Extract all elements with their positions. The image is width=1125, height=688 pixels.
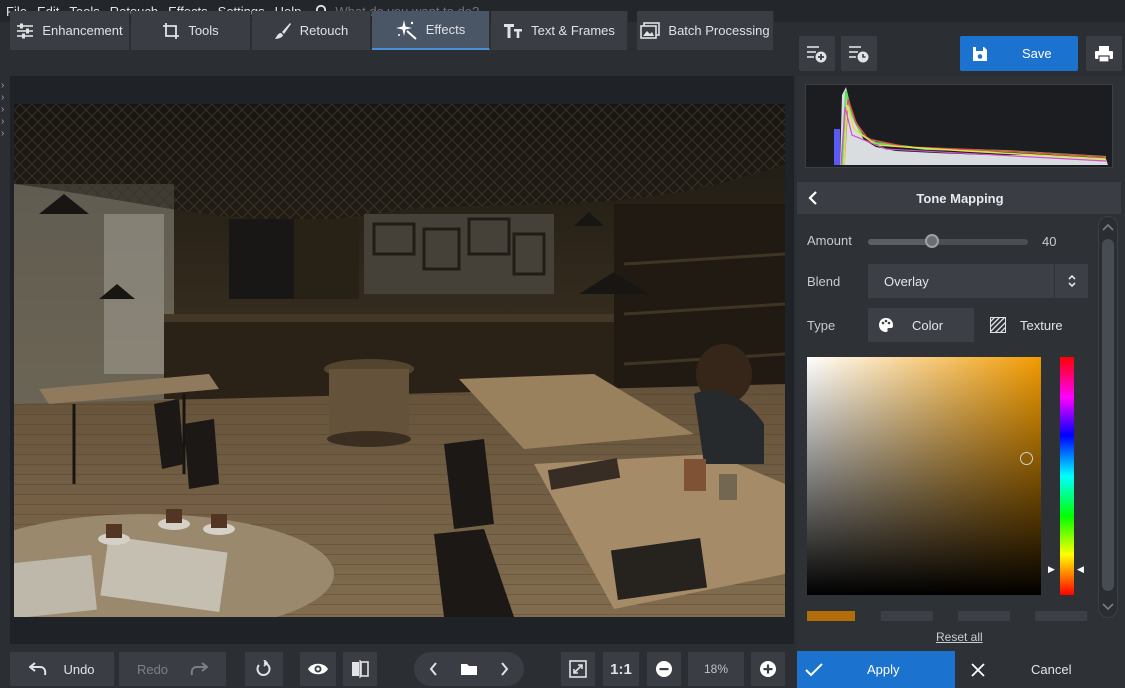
text-icon xyxy=(504,23,523,38)
redo-button[interactable]: Redo xyxy=(119,652,226,686)
folder-icon[interactable] xyxy=(460,662,478,676)
eye-icon xyxy=(308,663,328,675)
color-value-field-1[interactable] xyxy=(881,611,933,621)
tab-label: Tools xyxy=(188,23,219,38)
hue-slider[interactable] xyxy=(1060,357,1074,595)
ratio-label: 1:1 xyxy=(610,660,632,678)
panel-title: Tone Mapping xyxy=(916,190,1004,206)
tab-effects[interactable]: Effects xyxy=(372,11,490,50)
type-color-label: Color xyxy=(912,317,944,333)
hue-arrow-left-icon: ◀ xyxy=(1077,564,1084,574)
undo-icon xyxy=(29,662,47,676)
sparkle-icon xyxy=(395,19,417,40)
scroll-up-icon[interactable] xyxy=(1099,221,1117,235)
type-texture-label: Texture xyxy=(1020,317,1063,333)
crop-icon xyxy=(163,22,180,39)
type-label: Type xyxy=(807,318,836,333)
tab-retouch[interactable]: Retouch xyxy=(252,11,371,50)
print-button[interactable] xyxy=(1086,36,1122,71)
tab-label: Retouch xyxy=(299,23,349,38)
redo-label: Redo xyxy=(136,661,169,677)
cancel-label: Cancel xyxy=(1031,662,1072,677)
texture-icon xyxy=(990,317,1006,333)
preset-add-icon xyxy=(807,45,827,62)
presets-history-button[interactable] xyxy=(841,36,877,71)
close-icon xyxy=(971,662,985,677)
amount-value: 40 xyxy=(1042,234,1057,249)
zoom-out-button[interactable] xyxy=(647,652,681,686)
minus-circle-icon xyxy=(656,661,672,677)
type-texture-button[interactable]: Texture xyxy=(990,308,1088,342)
chevron-right-icon[interactable] xyxy=(498,662,510,676)
tab-label: Enhancement xyxy=(42,23,123,38)
amount-slider-knob[interactable] xyxy=(925,234,939,248)
floppy-icon xyxy=(973,46,987,61)
compare-button[interactable] xyxy=(343,652,377,686)
left-panel-arrows[interactable]: › › › › › xyxy=(1,80,9,140)
printer-icon xyxy=(1095,45,1113,63)
rotate-icon xyxy=(256,660,271,676)
save-label: Save xyxy=(1022,46,1052,61)
save-button[interactable]: Save xyxy=(960,36,1078,71)
type-color-button[interactable]: Color xyxy=(868,308,974,342)
tab-batch-processing[interactable]: Batch Processing xyxy=(637,11,774,50)
selected-color-swatch xyxy=(807,611,855,621)
undo-button[interactable]: Undo xyxy=(10,652,114,686)
scroll-down-icon[interactable] xyxy=(1099,599,1117,613)
expand-icon xyxy=(569,660,587,678)
preset-history-icon xyxy=(849,45,869,62)
sliders-icon xyxy=(17,23,34,38)
preview-toggle-button[interactable] xyxy=(300,652,336,686)
amount-slider-fill xyxy=(868,239,932,245)
zoom-value[interactable]: 18% xyxy=(688,652,744,686)
tab-label: Effects xyxy=(425,22,466,37)
photo-preview[interactable] xyxy=(14,104,785,617)
fit-to-screen-button[interactable] xyxy=(561,652,595,686)
histogram-graph xyxy=(834,87,1108,166)
image-nav-group xyxy=(414,652,524,686)
cafe-photo-image xyxy=(14,104,785,617)
apply-button[interactable]: Apply xyxy=(797,651,955,688)
updown-icon xyxy=(1067,274,1076,288)
brush-icon xyxy=(274,22,291,39)
apply-label: Apply xyxy=(867,662,900,677)
color-picker-field[interactable] xyxy=(807,357,1041,595)
blend-select[interactable]: Overlay xyxy=(868,264,1088,298)
tab-text-frames[interactable]: Text & Frames xyxy=(491,11,628,50)
zoom-in-button[interactable] xyxy=(751,652,785,686)
chevron-left-icon[interactable] xyxy=(428,662,440,676)
blend-value: Overlay xyxy=(884,273,929,289)
tab-label: Text & Frames xyxy=(531,23,615,38)
rotate-button[interactable] xyxy=(245,652,283,686)
redo-icon xyxy=(190,662,209,676)
tab-tools[interactable]: Tools xyxy=(131,11,251,50)
reset-all-link[interactable]: Reset all xyxy=(936,630,983,644)
cancel-button[interactable]: Cancel xyxy=(957,651,1121,688)
amount-slider[interactable] xyxy=(868,234,1028,248)
check-icon xyxy=(805,662,823,676)
undo-label: Undo xyxy=(63,661,95,677)
color-value-field-3[interactable] xyxy=(1035,611,1087,621)
images-icon xyxy=(640,21,661,39)
compare-icon xyxy=(352,660,369,678)
chevron-left-icon xyxy=(808,191,817,205)
tab-label: Batch Processing xyxy=(668,23,770,38)
histogram xyxy=(805,84,1113,168)
color-value-field-2[interactable] xyxy=(958,611,1010,621)
palette-icon xyxy=(879,318,893,332)
amount-label: Amount xyxy=(807,233,852,248)
blend-stepper[interactable] xyxy=(1054,264,1088,298)
plus-circle-icon xyxy=(760,661,776,677)
panel-scrollbar[interactable] xyxy=(1098,216,1118,618)
scroll-thumb[interactable] xyxy=(1102,239,1114,591)
back-button[interactable] xyxy=(797,190,829,206)
tab-enhancement[interactable]: Enhancement xyxy=(10,11,130,50)
blend-label: Blend xyxy=(807,274,841,289)
color-picker-handle[interactable] xyxy=(1020,452,1033,465)
add-preset-button[interactable] xyxy=(799,36,835,71)
hue-arrow-right-icon: ▶ xyxy=(1048,564,1055,574)
actual-size-button[interactable]: 1:1 xyxy=(603,652,639,686)
panel-header: Tone Mapping xyxy=(797,182,1121,214)
